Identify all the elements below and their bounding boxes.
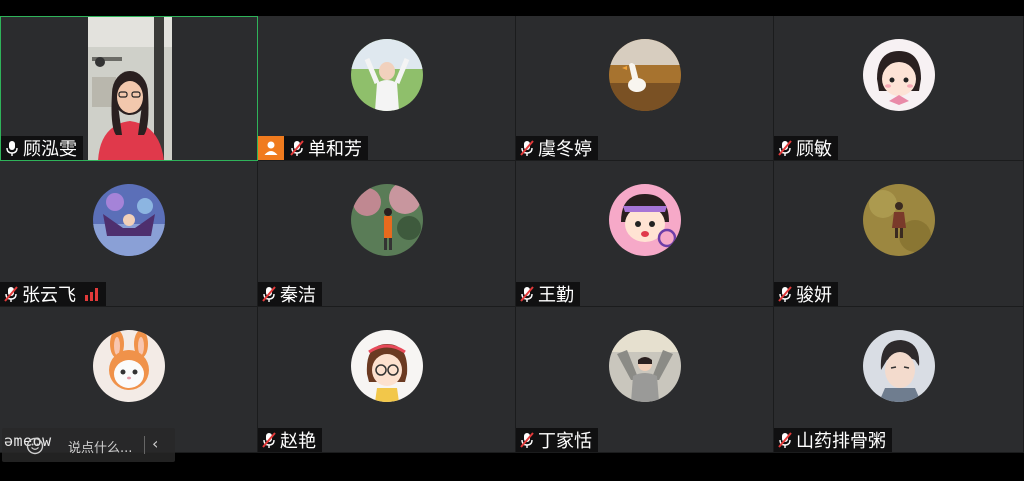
participant-label: 山药排骨粥 (774, 428, 892, 452)
mic-muted-icon[interactable] (776, 431, 794, 449)
participant-tile-11[interactable]: 丁家恬 (516, 307, 774, 453)
participant-name: 王勤 (538, 285, 574, 306)
mic-muted-icon[interactable] (2, 285, 20, 303)
mic-muted-icon[interactable] (260, 431, 278, 449)
participant-name: 赵艳 (280, 431, 316, 452)
participant-tile-1[interactable]: 顾泓雯 (0, 16, 258, 161)
chevron-left-icon[interactable]: ‹ (152, 434, 168, 454)
mic-muted-icon[interactable] (518, 139, 536, 157)
participant-video (88, 17, 172, 160)
participant-name: 秦洁 (280, 285, 316, 306)
avatar (92, 330, 165, 402)
participant-name: 山药排骨粥 (796, 431, 886, 452)
emoji-icon[interactable] (26, 437, 44, 455)
participant-tile-7[interactable]: 王勤 (516, 161, 774, 307)
divider (144, 436, 145, 454)
avatar (608, 39, 681, 111)
avatar (862, 39, 935, 111)
participant-tile-4[interactable]: 顾敏 (774, 16, 1024, 161)
mic-muted-icon[interactable] (288, 139, 306, 157)
participant-name: 顾泓雯 (23, 139, 77, 160)
top-bar (0, 0, 1024, 16)
participant-tile-2[interactable]: 单和芳 (258, 16, 516, 161)
mic-muted-icon[interactable] (776, 139, 794, 157)
avatar (862, 330, 935, 402)
participant-label: 丁家恬 (516, 428, 598, 452)
participant-label: 赵艳 (258, 428, 322, 452)
participant-label: 王勤 (516, 282, 580, 306)
avatar (350, 184, 423, 256)
participant-name: 顾敏 (796, 139, 832, 160)
participant-tile-8[interactable]: 骏妍 (774, 161, 1024, 307)
avatar (608, 184, 681, 256)
participant-label: 骏妍 (774, 282, 838, 306)
mic-muted-icon[interactable] (260, 285, 278, 303)
participant-label: 张云飞 (0, 282, 106, 306)
participant-name: 单和芳 (308, 139, 362, 160)
participant-grid: 顾泓雯 单和芳 虞冬婷 顾敏 张云飞 秦洁 王勤 骏妍 赵艳 丁家恬 山药排骨粥 (0, 16, 1024, 453)
avatar (350, 39, 423, 111)
host-icon (258, 136, 284, 160)
participant-name: 虞冬婷 (538, 139, 592, 160)
participant-tile-10[interactable]: 赵艳 (258, 307, 516, 453)
participant-tile-5[interactable]: 张云飞 (0, 161, 258, 307)
participant-label: 顾敏 (774, 136, 838, 160)
participant-name: 骏妍 (796, 285, 832, 306)
participant-tile-12[interactable]: 山药排骨粥 (774, 307, 1024, 453)
avatar (862, 184, 935, 256)
participant-name: 丁家恬 (538, 431, 592, 452)
participant-label: 虞冬婷 (516, 136, 598, 160)
participant-name: 张云飞 (22, 285, 76, 306)
participant-label: 单和芳 (258, 136, 368, 160)
mic-muted-icon[interactable] (776, 285, 794, 303)
mic-muted-icon[interactable] (518, 285, 536, 303)
signal-icon (84, 287, 100, 301)
participant-label: 秦洁 (258, 282, 322, 306)
mic-muted-icon[interactable] (518, 431, 536, 449)
avatar (92, 184, 165, 256)
participant-tile-6[interactable]: 秦洁 (258, 161, 516, 307)
mic-on-icon[interactable] (3, 139, 21, 157)
chat-input[interactable]: 说点什么... (68, 437, 138, 456)
participant-label: 顾泓雯 (1, 136, 83, 160)
participant-tile-3[interactable]: 虞冬婷 (516, 16, 774, 161)
avatar (350, 330, 423, 402)
avatar (608, 330, 681, 402)
chat-input-box[interactable]: əmeow 说点什么... ‹ (2, 428, 175, 462)
